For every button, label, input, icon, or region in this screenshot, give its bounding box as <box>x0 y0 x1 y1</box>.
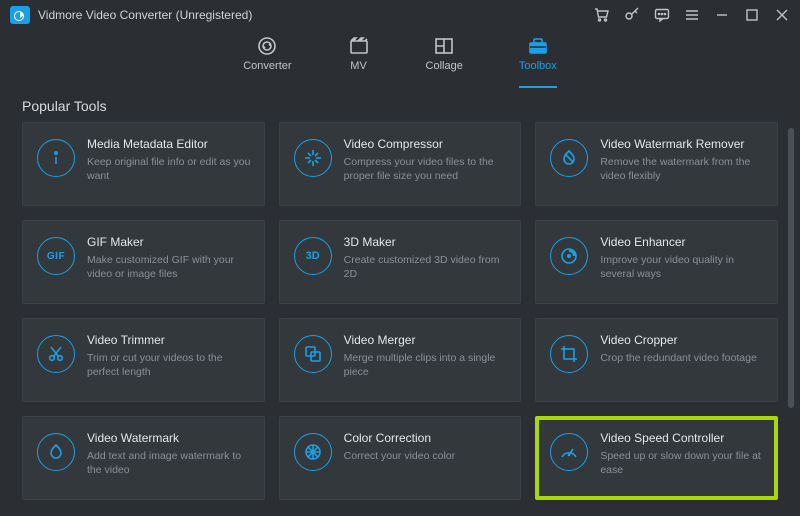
titlebar-actions <box>594 7 794 23</box>
tool-title: Video Speed Controller <box>600 431 765 445</box>
close-button[interactable] <box>774 7 790 23</box>
gif-text: GIF <box>47 251 65 262</box>
compressor-icon <box>294 139 332 177</box>
merger-icon <box>294 335 332 373</box>
tool-title: Video Compressor <box>344 137 509 151</box>
mv-icon <box>348 36 370 56</box>
tool-title: Video Watermark <box>87 431 252 445</box>
tool-title: Media Metadata Editor <box>87 137 252 151</box>
tool-title: GIF Maker <box>87 235 252 249</box>
tool-title: Video Enhancer <box>600 235 765 249</box>
nav-collage[interactable]: Collage <box>426 36 463 88</box>
tool-video-cropper[interactable]: Video Cropper Crop the redundant video f… <box>535 318 778 402</box>
tool-grid-container: Media Metadata Editor Keep original file… <box>0 122 800 500</box>
gif-icon: GIF <box>37 237 75 275</box>
watermark-remove-icon <box>550 139 588 177</box>
scrollbar[interactable] <box>788 128 794 408</box>
tool-video-compressor[interactable]: Video Compressor Compress your video fil… <box>279 122 522 206</box>
window-title: Vidmore Video Converter (Unregistered) <box>38 8 252 22</box>
tool-video-enhancer[interactable]: Video Enhancer Improve your video qualit… <box>535 220 778 304</box>
cropper-icon <box>550 335 588 373</box>
tool-desc: Speed up or slow down your file at ease <box>600 449 765 477</box>
tool-title: Video Merger <box>344 333 509 347</box>
tool-desc: Keep original file info or edit as you w… <box>87 155 252 183</box>
nav-label: MV <box>350 60 367 72</box>
tool-desc: Create customized 3D video from 2D <box>344 253 509 281</box>
collage-icon <box>433 36 455 56</box>
tool-grid: Media Metadata Editor Keep original file… <box>22 122 778 500</box>
info-icon <box>37 139 75 177</box>
tool-video-watermark-remover[interactable]: Video Watermark Remover Remove the water… <box>535 122 778 206</box>
nav-label: Toolbox <box>519 60 557 72</box>
tool-desc: Correct your video color <box>344 449 509 463</box>
tool-color-correction[interactable]: Color Correction Correct your video colo… <box>279 416 522 500</box>
section-heading: Popular Tools <box>0 88 800 122</box>
maximize-button[interactable] <box>744 7 760 23</box>
tool-desc: Add text and image watermark to the vide… <box>87 449 252 477</box>
converter-icon <box>256 36 278 56</box>
tool-media-metadata-editor[interactable]: Media Metadata Editor Keep original file… <box>22 122 265 206</box>
tool-desc: Crop the redundant video footage <box>600 351 765 365</box>
feedback-icon[interactable] <box>654 7 670 23</box>
cart-icon[interactable] <box>594 7 610 23</box>
app-logo-icon <box>10 6 30 24</box>
three-d-text: 3D <box>306 250 320 262</box>
tool-title: Video Trimmer <box>87 333 252 347</box>
tool-desc: Make customized GIF with your video or i… <box>87 253 252 281</box>
speed-icon <box>550 433 588 471</box>
tool-video-merger[interactable]: Video Merger Merge multiple clips into a… <box>279 318 522 402</box>
tool-title: Video Cropper <box>600 333 765 347</box>
tool-video-trimmer[interactable]: Video Trimmer Trim or cut your videos to… <box>22 318 265 402</box>
tool-title: 3D Maker <box>344 235 509 249</box>
toolbox-icon <box>527 36 549 56</box>
tool-desc: Compress your video files to the proper … <box>344 155 509 183</box>
nav-label: Collage <box>426 60 463 72</box>
key-icon[interactable] <box>624 7 640 23</box>
enhancer-icon <box>550 237 588 275</box>
trimmer-icon <box>37 335 75 373</box>
color-icon <box>294 433 332 471</box>
nav-converter[interactable]: Converter <box>243 36 291 88</box>
tool-3d-maker[interactable]: 3D 3D Maker Create customized 3D video f… <box>279 220 522 304</box>
watermark-icon <box>37 433 75 471</box>
minimize-button[interactable] <box>714 7 730 23</box>
menu-icon[interactable] <box>684 7 700 23</box>
tool-video-speed-controller[interactable]: Video Speed Controller Speed up or slow … <box>535 416 778 500</box>
tool-desc: Remove the watermark from the video flex… <box>600 155 765 183</box>
nav-toolbox[interactable]: Toolbox <box>519 36 557 88</box>
tool-desc: Trim or cut your videos to the perfect l… <box>87 351 252 379</box>
tool-gif-maker[interactable]: GIF GIF Maker Make customized GIF with y… <box>22 220 265 304</box>
tool-desc: Merge multiple clips into a single piece <box>344 351 509 379</box>
tool-title: Color Correction <box>344 431 509 445</box>
nav-label: Converter <box>243 60 291 72</box>
tool-video-watermark[interactable]: Video Watermark Add text and image water… <box>22 416 265 500</box>
titlebar: Vidmore Video Converter (Unregistered) <box>0 0 800 30</box>
three-d-icon: 3D <box>294 237 332 275</box>
tool-desc: Improve your video quality in several wa… <box>600 253 765 281</box>
main-nav: Converter MV Collage Toolbox <box>0 30 800 88</box>
tool-title: Video Watermark Remover <box>600 137 765 151</box>
nav-mv[interactable]: MV <box>348 36 370 88</box>
